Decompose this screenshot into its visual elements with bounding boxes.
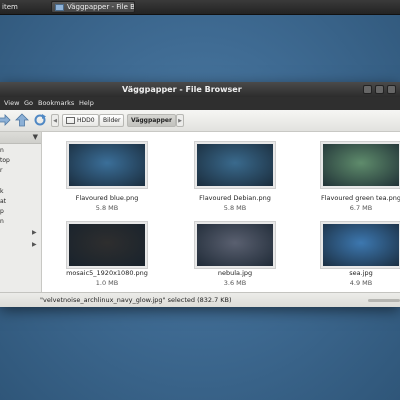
window-controls <box>363 85 396 94</box>
file-thumbnail[interactable] <box>195 142 275 188</box>
forward-icon[interactable] <box>0 113 12 127</box>
file-size: 4.9 MB <box>349 279 373 287</box>
taskbar-window-label: Väggpapper - File Bro... <box>67 3 135 11</box>
file-name[interactable]: Flavoured green tea.png <box>301 194 400 202</box>
file-thumbnail[interactable] <box>321 142 400 188</box>
breadcrumb-scroll-left[interactable]: ◀ <box>51 114 59 127</box>
file-name[interactable]: Flavoured Debian.png <box>175 194 295 202</box>
menu-go[interactable]: Go <box>24 97 33 110</box>
toolbar: ◀ HDD0 Bilder Väggpapper ▶ <box>0 110 400 132</box>
sidebar-item[interactable]: r <box>0 167 2 174</box>
menu-bookmarks[interactable]: Bookmarks <box>38 97 74 110</box>
file-size: 5.8 MB <box>223 204 247 212</box>
close-button[interactable] <box>387 85 396 94</box>
folder-icon <box>55 3 64 11</box>
system-menu[interactable]: item <box>0 0 46 14</box>
sidebar-item[interactable]: n <box>0 218 4 225</box>
breadcrumb-hdd0-label: HDD0 <box>77 117 95 124</box>
sidebar-item[interactable]: at <box>0 198 6 205</box>
sidebar: ▼ n top r k at p n ▶ ▶ <box>0 132 42 292</box>
file-size: 3.6 MB <box>223 279 247 287</box>
expand-arrow-icon[interactable]: ▶ <box>32 229 37 236</box>
taskbar-window-button[interactable]: Väggpapper - File Bro... <box>51 1 135 13</box>
file-size: 5.8 MB <box>95 204 119 212</box>
breadcrumb-scroll-right[interactable]: ▶ <box>176 114 184 127</box>
menu-help[interactable]: Help <box>79 97 94 110</box>
sidebar-item[interactable]: p <box>0 208 4 215</box>
file-icon-view: Flavoured blue.png 5.8 MB Flavoured Debi… <box>42 132 400 292</box>
window-titlebar[interactable]: Väggpapper - File Browser <box>0 82 400 97</box>
file-size: 1.0 MB <box>95 279 119 287</box>
file-thumbnail[interactable] <box>195 222 275 268</box>
menubar: View Go Bookmarks Help <box>0 97 400 110</box>
zoom-slider[interactable] <box>368 299 400 302</box>
sidebar-item[interactable]: k <box>0 188 3 195</box>
file-name[interactable]: Flavoured blue.png <box>47 194 167 202</box>
chevron-down-icon: ▼ <box>32 133 38 141</box>
breadcrumb-bilder[interactable]: Bilder <box>99 114 125 127</box>
file-name[interactable]: nebula.jpg <box>175 269 295 277</box>
sidebar-item[interactable]: n <box>0 147 4 154</box>
up-icon[interactable] <box>15 113 29 127</box>
file-thumbnail[interactable] <box>67 142 147 188</box>
window-title: Väggpapper - File Browser <box>122 85 242 94</box>
top-panel: item Väggpapper - File Bro... <box>0 0 400 15</box>
maximize-button[interactable] <box>375 85 384 94</box>
breadcrumb-hdd0[interactable]: HDD0 <box>62 114 99 127</box>
breadcrumb-vaggpapper[interactable]: Väggpapper <box>127 114 176 127</box>
sidebar-item[interactable]: top <box>0 157 10 164</box>
file-browser-window: Väggpapper - File Browser View Go Bookma… <box>0 82 400 307</box>
file-thumbnail[interactable] <box>67 222 147 268</box>
sidebar-header[interactable]: ▼ <box>0 132 41 144</box>
file-size: 6.7 MB <box>349 204 373 212</box>
file-name[interactable]: sea.jpg <box>301 269 400 277</box>
status-text: "velvetnoise_archlinux_navy_glow.jpg" se… <box>40 296 232 304</box>
expand-arrow-icon[interactable]: ▶ <box>32 241 37 248</box>
reload-icon[interactable] <box>33 113 47 127</box>
drive-icon <box>66 117 75 124</box>
file-thumbnail[interactable] <box>321 222 400 268</box>
minimize-button[interactable] <box>363 85 372 94</box>
statusbar: "velvetnoise_archlinux_navy_glow.jpg" se… <box>0 292 400 307</box>
file-name[interactable]: mosaic5_1920x1080.png <box>47 269 167 277</box>
menu-view[interactable]: View <box>4 97 19 110</box>
